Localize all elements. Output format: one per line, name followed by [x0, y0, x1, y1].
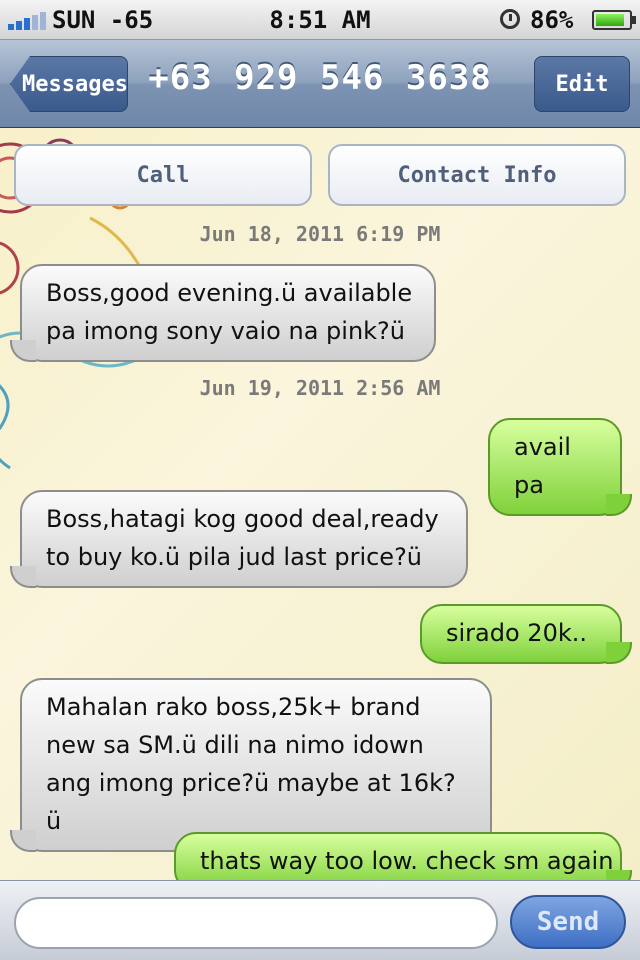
outgoing-message[interactable]: sirado 20k.. — [420, 604, 632, 664]
timestamp: Jun 19, 2011 2:56 AM — [199, 376, 441, 400]
outgoing-message[interactable]: thats way too low. check sm again — [174, 832, 632, 880]
conversation-view[interactable]: Call Contact Info Jun 18, 2011 6:19 PM B… — [0, 128, 640, 880]
conversation-title: +63 929 546 3638 — [148, 58, 492, 98]
status-bar: SUN -65 8:51 AM 86% — [0, 0, 640, 40]
send-button[interactable]: Send — [510, 895, 626, 949]
battery-icon — [592, 10, 636, 30]
timestamp: Jun 18, 2011 6:19 PM — [199, 222, 441, 246]
call-button[interactable]: Call — [14, 144, 312, 206]
battery-percent: 86% — [530, 6, 574, 34]
navigation-bar: Messages +63 929 546 3638 Edit — [0, 40, 640, 128]
messages-back-button[interactable]: Messages — [10, 56, 128, 112]
outgoing-message[interactable]: avail pa — [488, 418, 632, 516]
contact-info-button[interactable]: Contact Info — [328, 144, 626, 206]
incoming-message[interactable]: Boss,good evening.ü available pa imong s… — [10, 264, 436, 362]
message-input[interactable] — [14, 897, 498, 949]
edit-button[interactable]: Edit — [534, 56, 630, 112]
alarm-icon — [500, 9, 520, 29]
incoming-message[interactable]: Boss,hatagi kog good deal,ready to buy k… — [10, 490, 468, 588]
compose-bar: Send — [0, 880, 640, 960]
incoming-message[interactable]: Mahalan rako boss,25k+ brand new sa SM.ü… — [10, 678, 492, 852]
